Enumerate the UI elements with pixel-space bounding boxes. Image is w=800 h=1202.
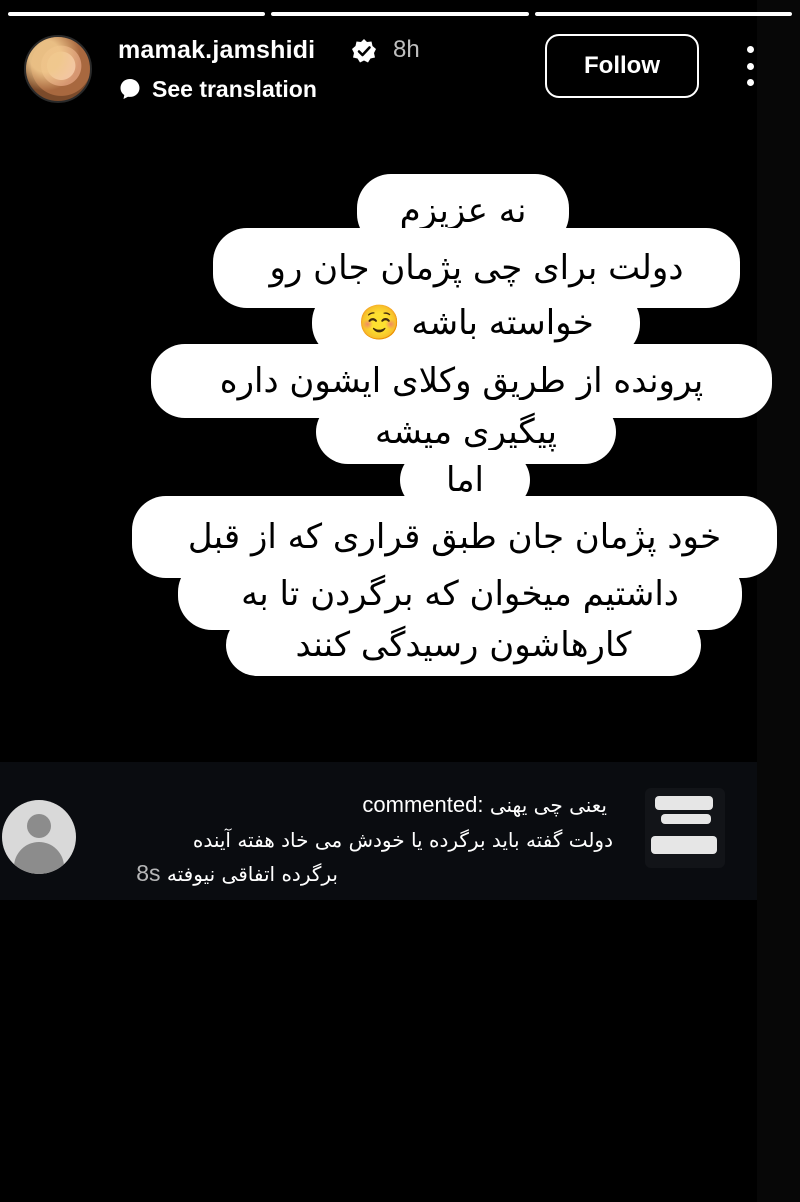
commented-label: commented: xyxy=(362,792,484,817)
story-progress-bar xyxy=(8,12,792,16)
progress-segment xyxy=(271,12,529,16)
profile-avatar[interactable] xyxy=(24,35,92,103)
edge-strip xyxy=(757,0,800,1202)
story-screen: mamak.jamshidi 8h See translation Follow… xyxy=(0,0,800,1202)
see-translation-link[interactable]: See translation xyxy=(152,76,317,103)
comment-text-line: دولت گفته باید برگرده یا خودش می خاد هفت… xyxy=(192,828,613,852)
translate-bubble-icon xyxy=(120,79,140,99)
comment-text: برگرده اتفاقی نیوفته xyxy=(166,862,338,886)
post-thumbnail[interactable] xyxy=(645,788,725,868)
post-time: 8h xyxy=(393,36,420,63)
commenter-avatar xyxy=(2,800,76,874)
verified-badge-icon xyxy=(352,39,376,63)
comment-text-line-last: برگرده اتفاقی نیوفته 8s xyxy=(136,860,338,887)
comment-header-text: یعنی چی یهنی xyxy=(489,793,607,817)
see-translation-row[interactable]: See translation xyxy=(118,74,317,104)
progress-segment xyxy=(8,12,266,16)
username[interactable]: mamak.jamshidi xyxy=(118,36,315,65)
progress-segment xyxy=(534,12,792,16)
story-text-line: کارهاشون رسیدگی کنند xyxy=(226,614,701,676)
more-options-icon[interactable] xyxy=(738,46,762,86)
comment-header: یعنی چی یهنی commented: xyxy=(362,792,607,818)
comment-time: 8s xyxy=(136,860,161,886)
follow-button[interactable]: Follow xyxy=(545,34,699,98)
